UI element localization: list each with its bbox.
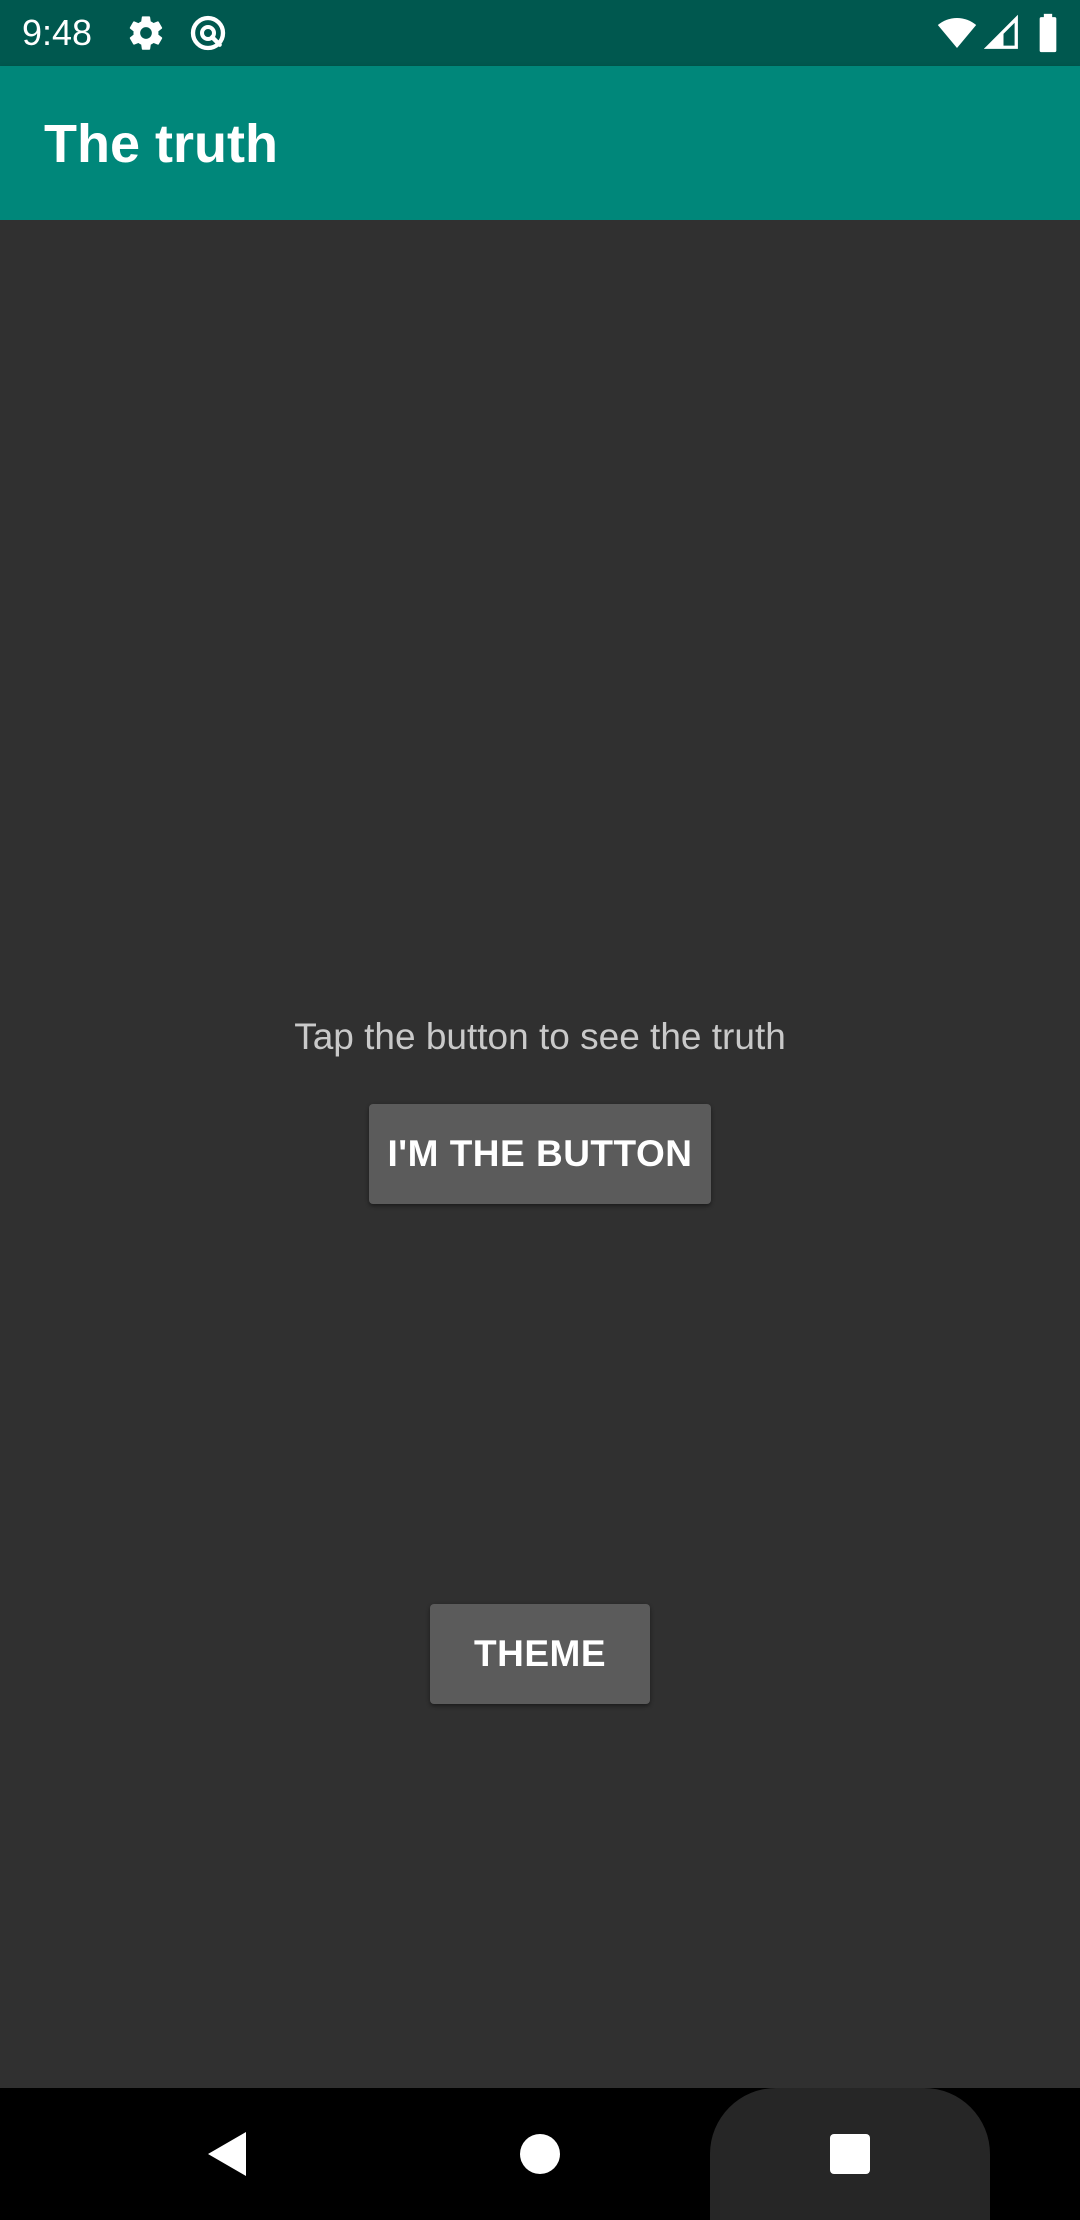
- back-button[interactable]: [196, 2124, 256, 2184]
- sync-icon: [188, 13, 228, 53]
- recents-icon: [829, 2133, 871, 2175]
- truth-button-label: I'M THE BUTTON: [387, 1133, 693, 1174]
- theme-button-label: THEME: [474, 1633, 606, 1674]
- page-title: The truth: [44, 114, 278, 174]
- app-bar: The truth: [0, 66, 1080, 220]
- screen: 9:48 The truth Tap the button to see the…: [0, 0, 1080, 2220]
- status-bar: 9:48: [0, 0, 1080, 66]
- prompt-text: Tap the button to see the truth: [294, 1016, 786, 1057]
- recents-button[interactable]: [820, 2124, 880, 2184]
- status-time: 9:48: [22, 12, 93, 53]
- home-icon: [518, 2132, 562, 2176]
- theme-button[interactable]: THEME: [430, 1604, 650, 1704]
- signal-icon: [984, 13, 1020, 53]
- back-icon: [202, 2128, 250, 2180]
- battery-icon: [1036, 13, 1060, 53]
- home-button[interactable]: [510, 2124, 570, 2184]
- wifi-icon: [936, 13, 978, 53]
- gear-icon: [126, 13, 166, 53]
- truth-button[interactable]: I'M THE BUTTON: [369, 1104, 711, 1204]
